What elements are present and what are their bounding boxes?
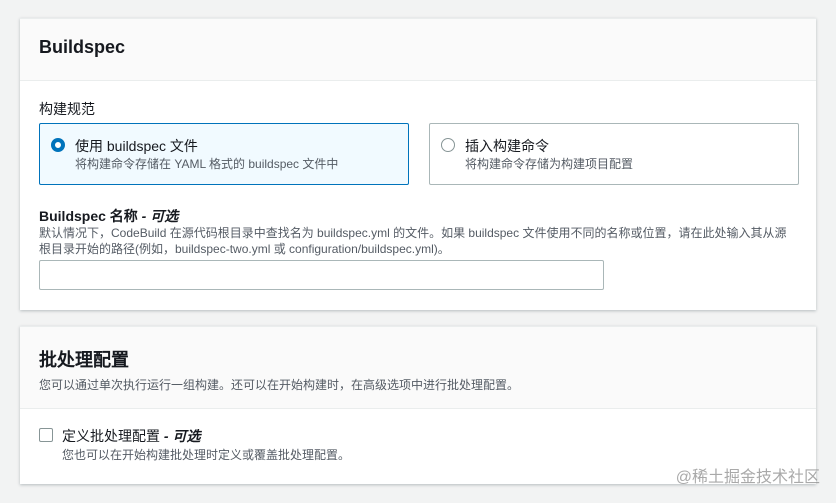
define-batch-config-label-text: 定义批处理配置	[62, 428, 160, 444]
insert-build-commands-description: 将构建命令存储为构建项目配置	[465, 157, 634, 171]
batch-config-panel: 批处理配置 您可以通过单次执行运行一组构建。还可以在开始构建时，在高级选项中进行…	[20, 326, 816, 484]
buildspec-name-label: Buildspec 名称 - 可选	[39, 206, 178, 226]
batch-config-header: 批处理配置 您可以通过单次执行运行一组构建。还可以在开始构建时，在高级选项中进行…	[20, 327, 816, 409]
define-batch-config-optional: - 可选	[160, 428, 201, 444]
insert-build-commands-title: 插入构建命令	[465, 138, 549, 154]
batch-config-title: 批处理配置	[39, 350, 129, 370]
buildspec-name-input[interactable]	[39, 260, 604, 290]
buildspec-name-description: 默认情况下，CodeBuild 在源代码根目录中查找名为 buildspec.y…	[39, 226, 787, 256]
use-buildspec-file-option[interactable]: 使用 buildspec 文件 将构建命令存储在 YAML 格式的 builds…	[39, 123, 409, 185]
batch-config-description: 您可以通过单次执行运行一组构建。还可以在开始构建时，在高级选项中进行批处理配置。	[39, 378, 520, 392]
watermark: @稀土掘金技术社区	[675, 469, 820, 486]
define-batch-config-checkbox[interactable]	[39, 428, 53, 442]
define-batch-config-label[interactable]: 定义批处理配置 - 可选	[62, 426, 200, 446]
use-buildspec-file-description: 将构建命令存储在 YAML 格式的 buildspec 文件中	[75, 157, 339, 171]
use-buildspec-file-title: 使用 buildspec 文件	[75, 138, 198, 154]
use-buildspec-file-radio[interactable]	[51, 138, 65, 152]
insert-build-commands-radio[interactable]	[441, 138, 455, 152]
buildspec-name-optional: - 可选	[137, 208, 179, 224]
build-spec-section-label: 构建规范	[39, 101, 95, 117]
define-batch-config-description: 您也可以在开始构建批处理时定义或覆盖批处理配置。	[62, 448, 351, 462]
buildspec-panel-header: Buildspec	[20, 19, 816, 81]
buildspec-panel-title: Buildspec	[39, 37, 126, 57]
insert-build-commands-option[interactable]: 插入构建命令 将构建命令存储为构建项目配置	[429, 123, 799, 185]
buildspec-name-label-text: Buildspec 名称	[39, 208, 138, 224]
buildspec-panel: Buildspec 构建规范 使用 buildspec 文件 将构建命令存储在 …	[20, 18, 816, 310]
